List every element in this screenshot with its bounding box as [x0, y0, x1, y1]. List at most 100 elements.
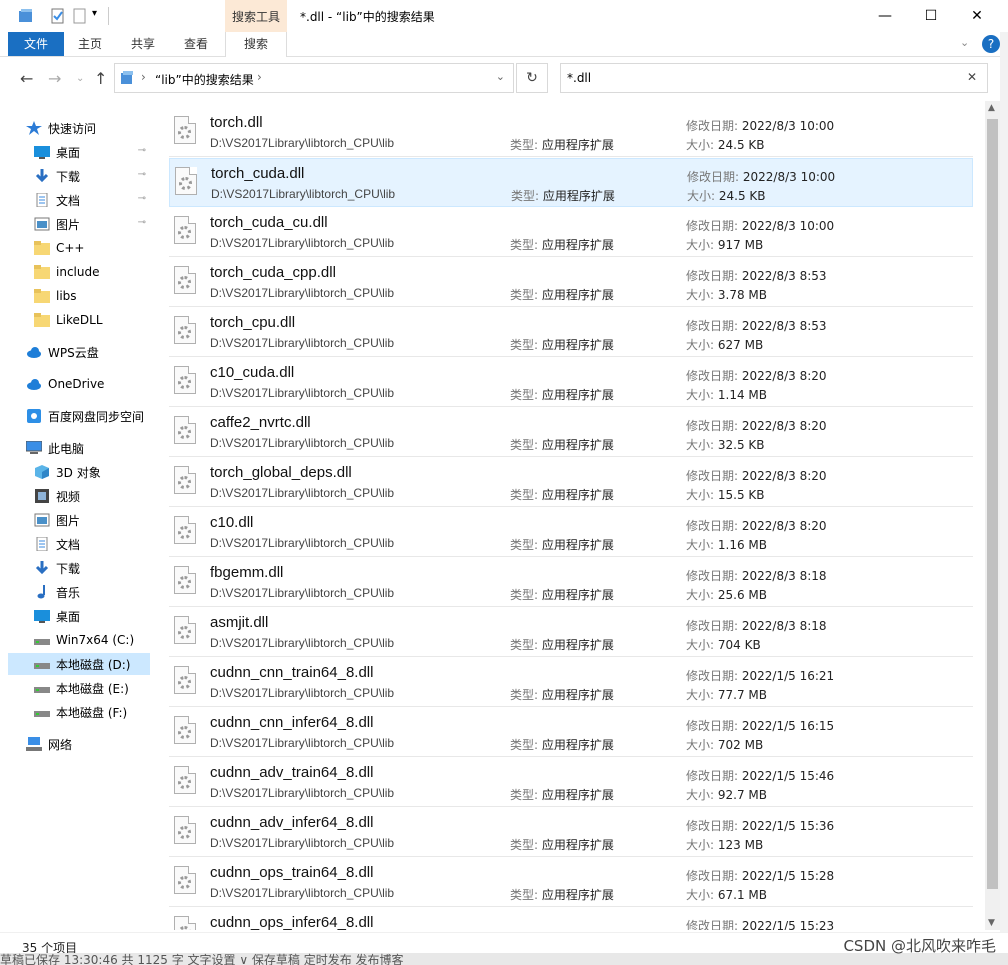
navigation-pane: 快速访问 桌面 ⊸ 下载 ⊸ 文档 ⊸ 图片 ⊸ C++ include libs LikeDLL WPS…: [8, 108, 153, 930]
file-row[interactable]: torch_cuda_cu.dll D:\VS2017Library\libtor…: [169, 208, 973, 257]
search-input[interactable]: *.dll ✕: [560, 63, 988, 93]
type-value: 应用程序扩展: [541, 138, 614, 152]
file-row[interactable]: cudnn_ops_train64_8.dll D:\VS2017Library\…: [169, 858, 973, 907]
sidebar-item[interactable]: include: [8, 261, 150, 283]
clear-search-icon[interactable]: ✕: [967, 70, 977, 84]
file-name: cudnn_adv_train64_8.dll: [210, 764, 374, 781]
back-arrow-icon[interactable]: ←: [20, 69, 33, 88]
sidebar-item[interactable]: 百度网盘同步空间: [8, 405, 150, 427]
sidebar-item[interactable]: 视频: [8, 485, 150, 507]
address-history-chevron-icon[interactable]: ⌄: [496, 70, 505, 83]
pin-icon[interactable]: ⊸: [138, 193, 146, 204]
folder-icon[interactable]: [18, 8, 34, 27]
tab-search[interactable]: 搜索: [225, 32, 287, 58]
file-row[interactable]: torch_global_deps.dll D:\VS2017Library\li…: [169, 458, 973, 507]
file-name: torch_global_deps.dll: [210, 464, 352, 481]
refresh-button[interactable]: ↻: [516, 63, 548, 93]
file-row[interactable]: c10_cuda.dll D:\VS2017Library\libtorch_CP…: [169, 358, 973, 407]
modified-value: 2022/1/5 15:36: [741, 819, 835, 833]
forward-arrow-icon[interactable]: →: [48, 69, 61, 88]
ribbon-expand-chevron-icon[interactable]: ⌄: [960, 36, 969, 49]
sidebar-item-label: include: [56, 265, 100, 279]
sidebar-item[interactable]: 桌面: [8, 605, 150, 627]
pin-icon[interactable]: ⊸: [138, 217, 146, 228]
file-modified: 修改日期: 2022/8/3 8:20: [686, 517, 827, 534]
sidebar-item[interactable]: 文档: [8, 533, 150, 555]
file-row[interactable]: fbgemm.dll D:\VS2017Library\libtorch_CPU\…: [169, 558, 973, 607]
tab-file[interactable]: 文件: [8, 32, 64, 56]
pin-icon[interactable]: ⊸: [138, 145, 146, 156]
sidebar-item[interactable]: 本地磁盘 (F:): [8, 701, 150, 723]
sidebar-item[interactable]: libs: [8, 285, 150, 307]
vertical-scrollbar[interactable]: ▲ ▼: [985, 101, 1000, 930]
file-row[interactable]: asmjit.dll D:\VS2017Library\libtorch_CPU\…: [169, 608, 973, 657]
minimize-button[interactable]: —: [862, 0, 908, 32]
file-row[interactable]: torch.dll D:\VS2017Library\libtorch_CPU\l…: [169, 108, 973, 157]
tab-share[interactable]: 共享: [123, 32, 163, 56]
scroll-down-icon[interactable]: ▼: [988, 918, 995, 928]
sidebar-item[interactable]: 本地磁盘 (E:): [8, 677, 150, 699]
breadcrumb-separator-icon[interactable]: ›: [141, 70, 146, 84]
sidebar-item[interactable]: 文档 ⊸: [8, 189, 150, 211]
sidebar-item[interactable]: 图片: [8, 509, 150, 531]
file-row[interactable]: cudnn_cnn_train64_8.dll D:\VS2017Library\…: [169, 658, 973, 707]
file-row[interactable]: cudnn_adv_train64_8.dll D:\VS2017Library\…: [169, 758, 973, 807]
breadcrumb[interactable]: “lib”中的搜索结果: [155, 71, 254, 88]
size-value: 1.14 MB: [717, 388, 767, 402]
modified-value: 2022/8/3 8:20: [741, 469, 827, 483]
maximize-button[interactable]: ☐: [908, 0, 954, 32]
type-value: 应用程序扩展: [541, 838, 614, 852]
sidebar-item[interactable]: 本地磁盘 (D:): [8, 653, 150, 675]
customize-toolbar-chevron-icon[interactable]: ▾: [92, 8, 97, 19]
sidebar-item-label: OneDrive: [48, 377, 105, 391]
sidebar-item[interactable]: 桌面 ⊸: [8, 141, 150, 163]
address-bar[interactable]: › “lib”中的搜索结果 › ⌄: [114, 63, 514, 93]
new-folder-icon[interactable]: [72, 8, 88, 27]
file-size: 大小: 67.1 MB: [686, 886, 767, 903]
sidebar-item[interactable]: OneDrive: [8, 373, 150, 395]
sidebar-item[interactable]: 网络: [8, 733, 150, 755]
file-row[interactable]: torch_cpu.dll D:\VS2017Library\libtorch_C…: [169, 308, 973, 357]
sidebar-item[interactable]: 3D 对象: [8, 461, 150, 483]
up-arrow-icon[interactable]: ↑: [94, 69, 107, 88]
sidebar-item[interactable]: Win7x64 (C:): [8, 629, 150, 651]
sidebar-item[interactable]: LikeDLL: [8, 309, 150, 331]
sidebar-item[interactable]: WPS云盘: [8, 341, 150, 363]
sidebar-item[interactable]: 音乐: [8, 581, 150, 603]
properties-icon[interactable]: [50, 8, 66, 27]
file-modified: 修改日期: 2022/1/5 15:23: [686, 917, 834, 930]
type-label: 类型:: [510, 238, 539, 252]
recent-locations-chevron-icon[interactable]: ⌄: [76, 73, 84, 84]
close-button[interactable]: ✕: [954, 0, 1000, 32]
sidebar-item[interactable]: 此电脑: [8, 437, 150, 459]
file-row[interactable]: torch_cuda_cpp.dll D:\VS2017Library\libto…: [169, 258, 973, 307]
sidebar-item-label: Win7x64 (C:): [56, 633, 135, 647]
scrollbar-thumb[interactable]: [987, 119, 998, 889]
file-row[interactable]: caffe2_nvrtc.dll D:\VS2017Library\libtorc…: [169, 408, 973, 457]
help-icon[interactable]: ?: [982, 35, 1000, 53]
size-label: 大小:: [686, 288, 715, 302]
pin-icon[interactable]: ⊸: [138, 169, 146, 180]
address-row: ← → ⌄ ↑ › “lib”中的搜索结果 › ⌄ ↻ *.dll ✕: [0, 57, 1000, 101]
file-path: D:\VS2017Library\libtorch_CPU\lib: [210, 786, 395, 800]
tab-view[interactable]: 查看: [176, 32, 216, 56]
sidebar-item[interactable]: C++: [8, 237, 150, 259]
file-type: 类型: 应用程序扩展: [510, 886, 614, 903]
tab-home[interactable]: 主页: [70, 32, 110, 56]
file-name: torch_cpu.dll: [210, 314, 296, 331]
sidebar-item[interactable]: 快速访问: [8, 117, 150, 139]
sidebar-item[interactable]: 下载: [8, 557, 150, 579]
scroll-up-icon[interactable]: ▲: [988, 103, 995, 113]
file-row[interactable]: cudnn_ops_infer64_8.dllD:\VS2017Library\…: [169, 908, 973, 930]
file-row[interactable]: c10.dll D:\VS2017Library\libtorch_CPU\lib…: [169, 508, 973, 557]
size-label: 大小:: [686, 438, 715, 452]
sidebar-item[interactable]: 下载 ⊸: [8, 165, 150, 187]
folder-icon: [34, 265, 50, 279]
file-row[interactable]: cudnn_cnn_infer64_8.dll D:\VS2017Library\…: [169, 708, 973, 757]
search-query[interactable]: *.dll: [567, 71, 591, 85]
sidebar-item[interactable]: 图片 ⊸: [8, 213, 150, 235]
sidebar-item-label: 音乐: [56, 585, 81, 600]
file-row[interactable]: cudnn_adv_infer64_8.dll D:\VS2017Library\…: [169, 808, 973, 857]
breadcrumb-separator-icon[interactable]: ›: [257, 70, 262, 84]
file-row[interactable]: torch_cuda.dll D:\VS2017Library\libtorch_…: [169, 158, 973, 207]
